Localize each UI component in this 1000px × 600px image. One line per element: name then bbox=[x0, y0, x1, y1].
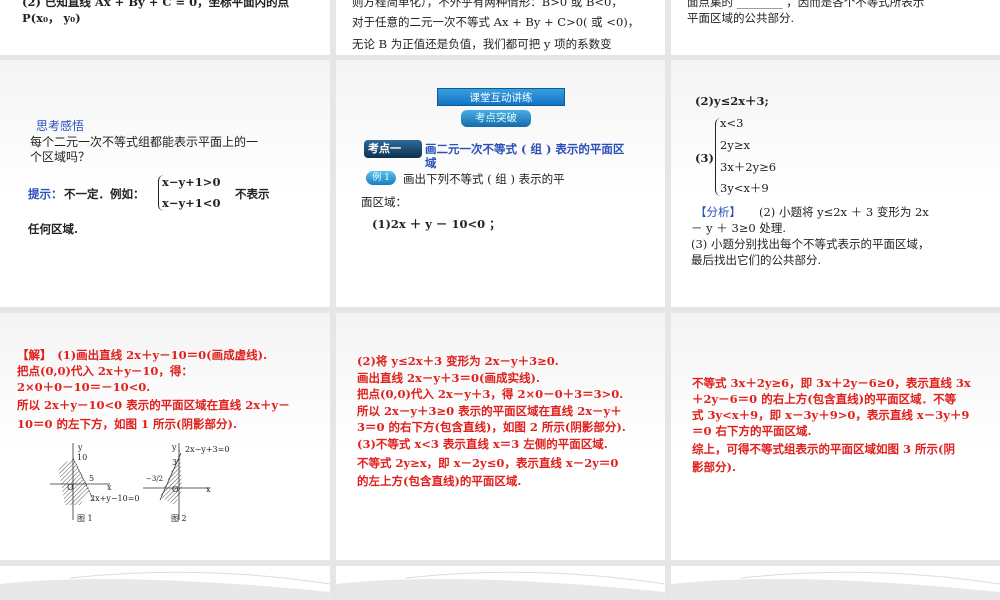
section-pill: 考点突破 bbox=[461, 110, 531, 127]
slide-thumbnail-6[interactable]: (2)y≤2x＋3; (3) x<3 2y≥x 3x＋2y≥6 3y<x＋9 【… bbox=[671, 60, 1000, 307]
key-point-badge: 考点一 bbox=[364, 140, 422, 158]
slide-thumbnail-10[interactable] bbox=[0, 566, 330, 600]
solution-line: 不等式 2y≥x，即 x－2y≤0，表示直线 x－2y＝0 bbox=[357, 456, 619, 470]
solution-line: (2)将 y≤2x＋3 变形为 2x－y＋3≥0. bbox=[357, 354, 559, 368]
origin-label: O bbox=[172, 485, 179, 494]
system-line: x−y+1<0 bbox=[162, 196, 221, 210]
slide-text: 平面区域的公共部分. bbox=[687, 11, 795, 25]
solution-line: ＝0 右下方的平面区域. bbox=[692, 424, 812, 438]
slide-text: 任何区域. bbox=[28, 222, 79, 236]
slide-heading: 思考感悟 bbox=[36, 119, 85, 133]
slide-thumbnail-4[interactable]: 思考感悟 每个二元一次不等式组都能表示平面上的一 个区域吗？ 提示： 不一定．例… bbox=[0, 60, 330, 307]
analysis-label: 【分析】 bbox=[695, 205, 741, 219]
example-badge: 例 1 bbox=[366, 171, 396, 185]
slide-thumbnail-9[interactable]: 不等式 3x＋2y≥6，即 3x＋2y－6≥0，表示直线 3x ＋2y－6＝0 … bbox=[671, 313, 1000, 560]
slide-text: 面区域： bbox=[361, 195, 407, 209]
slide-text: 无论 B 为正值还是负值，我们都可把 y 项的系数变 bbox=[352, 37, 612, 51]
slide-thumbnail-1[interactable]: (2) 已知直线 Ax + By + C = 0，坐标平面内的点 P(x₀， y… bbox=[0, 0, 330, 55]
slide-thumbnail-11[interactable] bbox=[336, 566, 665, 600]
slide-thumbnail-3[interactable]: 面点集的 ________ ，因而是各个不等式所表示 平面区域的公共部分. bbox=[671, 0, 1000, 55]
slide-text: (2)y≤2x＋3; bbox=[695, 94, 769, 108]
key-point-title: 画二元一次不等式 ( 组 ) 表示的平面区 bbox=[425, 142, 625, 156]
system-line: 2y≥x bbox=[720, 138, 750, 152]
slide-text: (1)2x ＋ y － 10<0 ； bbox=[372, 217, 501, 231]
key-point-title: 域 bbox=[425, 156, 437, 170]
solution-line: 把点(0,0)代入 2x－y＋3，得 2×0－0＋3＝3>0. bbox=[357, 387, 624, 401]
figure-caption: 图 1 bbox=[77, 514, 93, 523]
solution-line: 2×0＋0－10＝－10<0. bbox=[17, 380, 151, 394]
solution-line: 式 3y<x＋9，即 x－3y＋9>0，表示直线 x－3y＋9 bbox=[692, 408, 970, 422]
section-header: 课堂互动讲练 bbox=[437, 88, 565, 106]
slide-decoration bbox=[336, 571, 665, 600]
slide-thumbnail-7[interactable]: 【解】 (1)画出直线 2x＋y－10＝0(画成虚线). 把点(0,0)代入 2… bbox=[0, 313, 330, 560]
figure-caption: 图 2 bbox=[171, 514, 187, 523]
slide-thumbnail-8[interactable]: (2)将 y≤2x＋3 变形为 2x－y＋3≥0. 画出直线 2x－y＋3＝0(… bbox=[336, 313, 665, 560]
slide-text: 不一定．例如： bbox=[64, 187, 145, 201]
system-line: x<3 bbox=[720, 116, 744, 130]
axis-tick: 10 bbox=[77, 453, 88, 462]
solution-line: 画出直线 2x－y＋3＝0(画成实线). bbox=[357, 371, 540, 385]
system-line: 3y<x＋9 bbox=[720, 181, 769, 195]
hint-label: 提示： bbox=[28, 187, 63, 201]
figure-1-graph bbox=[50, 443, 210, 520]
solution-line: 3＝0 的右下方(包含直线)，如图 2 所示(阴影部分). bbox=[357, 420, 626, 434]
solution-line: 不等式 3x＋2y≥6，即 3x＋2y－6≥0，表示直线 3x bbox=[692, 376, 971, 390]
solution-line: 综上，可得不等式组表示的平面区域如图 3 所示(阴 bbox=[692, 442, 955, 456]
solution-line: 把点(0,0)代入 2x＋y－10，得： bbox=[17, 364, 193, 378]
origin-label: O bbox=[67, 483, 74, 492]
solution-line: 的左上方(包含直线)的平面区域. bbox=[357, 474, 522, 488]
axis-tick: −3/2 bbox=[146, 475, 164, 483]
slide-thumbnail-2[interactable]: 则方程简单化），不外乎有两种情形：B>0 或 B<0， 对于任意的二元一次不等式… bbox=[336, 0, 665, 55]
slide-text: (3) bbox=[695, 151, 714, 165]
slide-text: 不表示 bbox=[235, 187, 270, 201]
slide-text: 个区域吗？ bbox=[30, 150, 91, 164]
slide-text: 画出下列不等式 ( 组 ) 表示的平 bbox=[403, 172, 565, 186]
slide-decoration bbox=[671, 571, 1000, 600]
slide-text: 则方程简单化），不外乎有两种情形：B>0 或 B<0， bbox=[352, 0, 623, 9]
solution-line: 所以 2x－y＋3≥0 表示的平面区域在直线 2x－y＋ bbox=[357, 404, 622, 418]
slide-text: (2) 小题将 y≤2x ＋ 3 变形为 2x bbox=[759, 205, 929, 219]
slide-text: － y ＋ 3≥0 处理. bbox=[691, 221, 787, 235]
system-line: x−y+1>0 bbox=[162, 175, 221, 189]
slide-thumbnail-12[interactable] bbox=[671, 566, 1000, 600]
axis-tick: 3 bbox=[172, 458, 178, 467]
slide-text: 最后找出它们的公共部分. bbox=[691, 253, 822, 267]
solution-line: 影部分). bbox=[692, 460, 736, 474]
slide-decoration bbox=[0, 571, 330, 600]
slide-text: P(x₀， y₀) bbox=[22, 11, 81, 25]
system-line: 3x＋2y≥6 bbox=[720, 160, 777, 174]
solution-line: 【解】 (1)画出直线 2x＋y－10＝0(画成虚线). bbox=[17, 348, 268, 362]
line-equation: 2x+y−10=0 bbox=[90, 494, 140, 503]
slide-text: 对于任意的二元一次不等式 Ax + By + C>0( 或 <0)， bbox=[352, 15, 640, 29]
slide-text: (3) 小题分别找出每个不等式表示的平面区域， bbox=[691, 237, 930, 251]
axis-label: x bbox=[206, 485, 211, 494]
line-equation: 2x−y+3=0 bbox=[185, 445, 230, 454]
slide-text: 每个二元一次不等式组都能表示平面上的一 bbox=[30, 135, 259, 149]
solution-line: 10＝0 的左下方，如图 1 所示(阴影部分). bbox=[17, 417, 237, 431]
solution-line: ＋2y－6＝0 的右上方(包含直线)的平面区域．不等 bbox=[692, 392, 957, 406]
solution-line: 所以 2x＋y－10<0 表示的平面区域在直线 2x＋y－ bbox=[17, 398, 290, 412]
solution-line: (3)不等式 x<3 表示直线 x＝3 左侧的平面区域. bbox=[357, 437, 608, 451]
axis-tick: 5 bbox=[89, 474, 95, 483]
